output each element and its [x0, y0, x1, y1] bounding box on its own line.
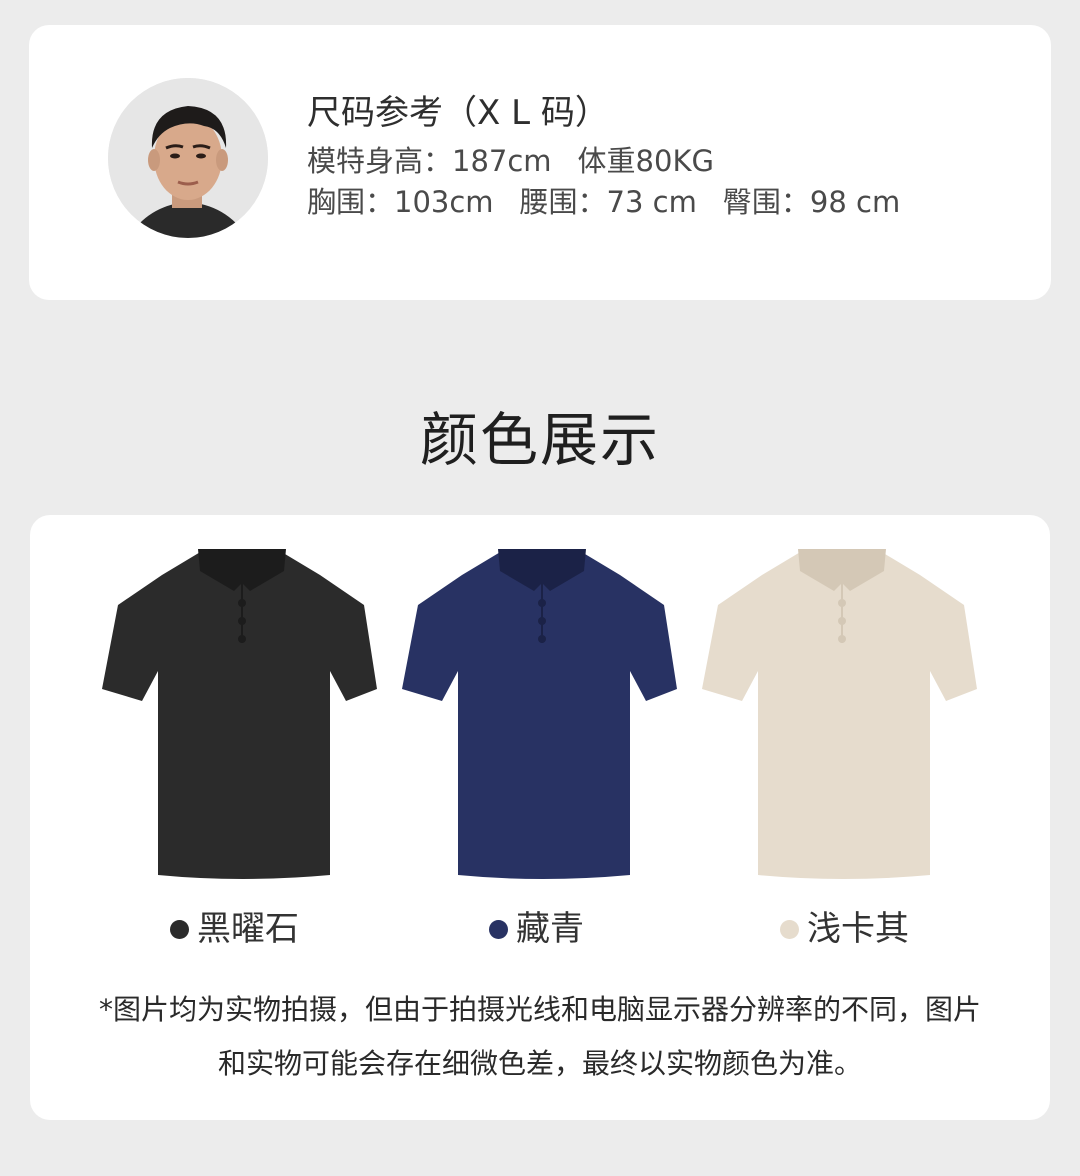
- color-name: 浅卡其: [807, 909, 909, 949]
- model-waist: 腰围：73 cm: [519, 185, 697, 219]
- color-option-navy[interactable]: 藏青: [489, 907, 584, 951]
- color-option-khaki[interactable]: 浅卡其: [780, 907, 909, 951]
- color-name: 黑曜石: [197, 909, 299, 949]
- size-reference-title: 尺码参考（X L 码）: [307, 93, 609, 133]
- model-height-weight: 模特身高：187cm 体重80KG: [307, 141, 900, 182]
- color-option-black[interactable]: 黑曜石: [170, 907, 299, 951]
- model-measurements: 胸围：103cm 腰围：73 cm 臀围：98 cm: [307, 182, 900, 223]
- color-name: 藏青: [516, 909, 584, 949]
- model-chest: 胸围：103cm: [307, 185, 494, 219]
- color-dot: [489, 919, 508, 939]
- polo-shirt-image-black: [102, 543, 382, 883]
- color-display-card: 黑曜石 藏青 浅卡其 *图片均为实物拍摄，但由于拍摄光线和电脑显示器分辨率的不同: [30, 515, 1050, 1120]
- model-hip: 臀围：98 cm: [722, 185, 901, 219]
- model-height: 模特身高：187cm: [307, 144, 552, 178]
- model-size-card: 尺码参考（X L 码） 模特身高：187cm 体重80KG 胸围：103cm 腰围：…: [29, 25, 1051, 300]
- color-dot: [780, 919, 799, 939]
- polo-shirt-image-navy: [402, 543, 682, 883]
- model-avatar: [108, 78, 268, 238]
- model-weight: 体重80KG: [577, 144, 714, 178]
- color-disclaimer: *图片均为实物拍摄，但由于拍摄光线和电脑显示器分辨率的不同，图片和实物可能会存在…: [98, 993, 981, 1080]
- color-display-heading: 颜色展示: [419, 406, 660, 474]
- color-dot: [170, 919, 189, 939]
- polo-shirt-image-khaki: [702, 543, 982, 883]
